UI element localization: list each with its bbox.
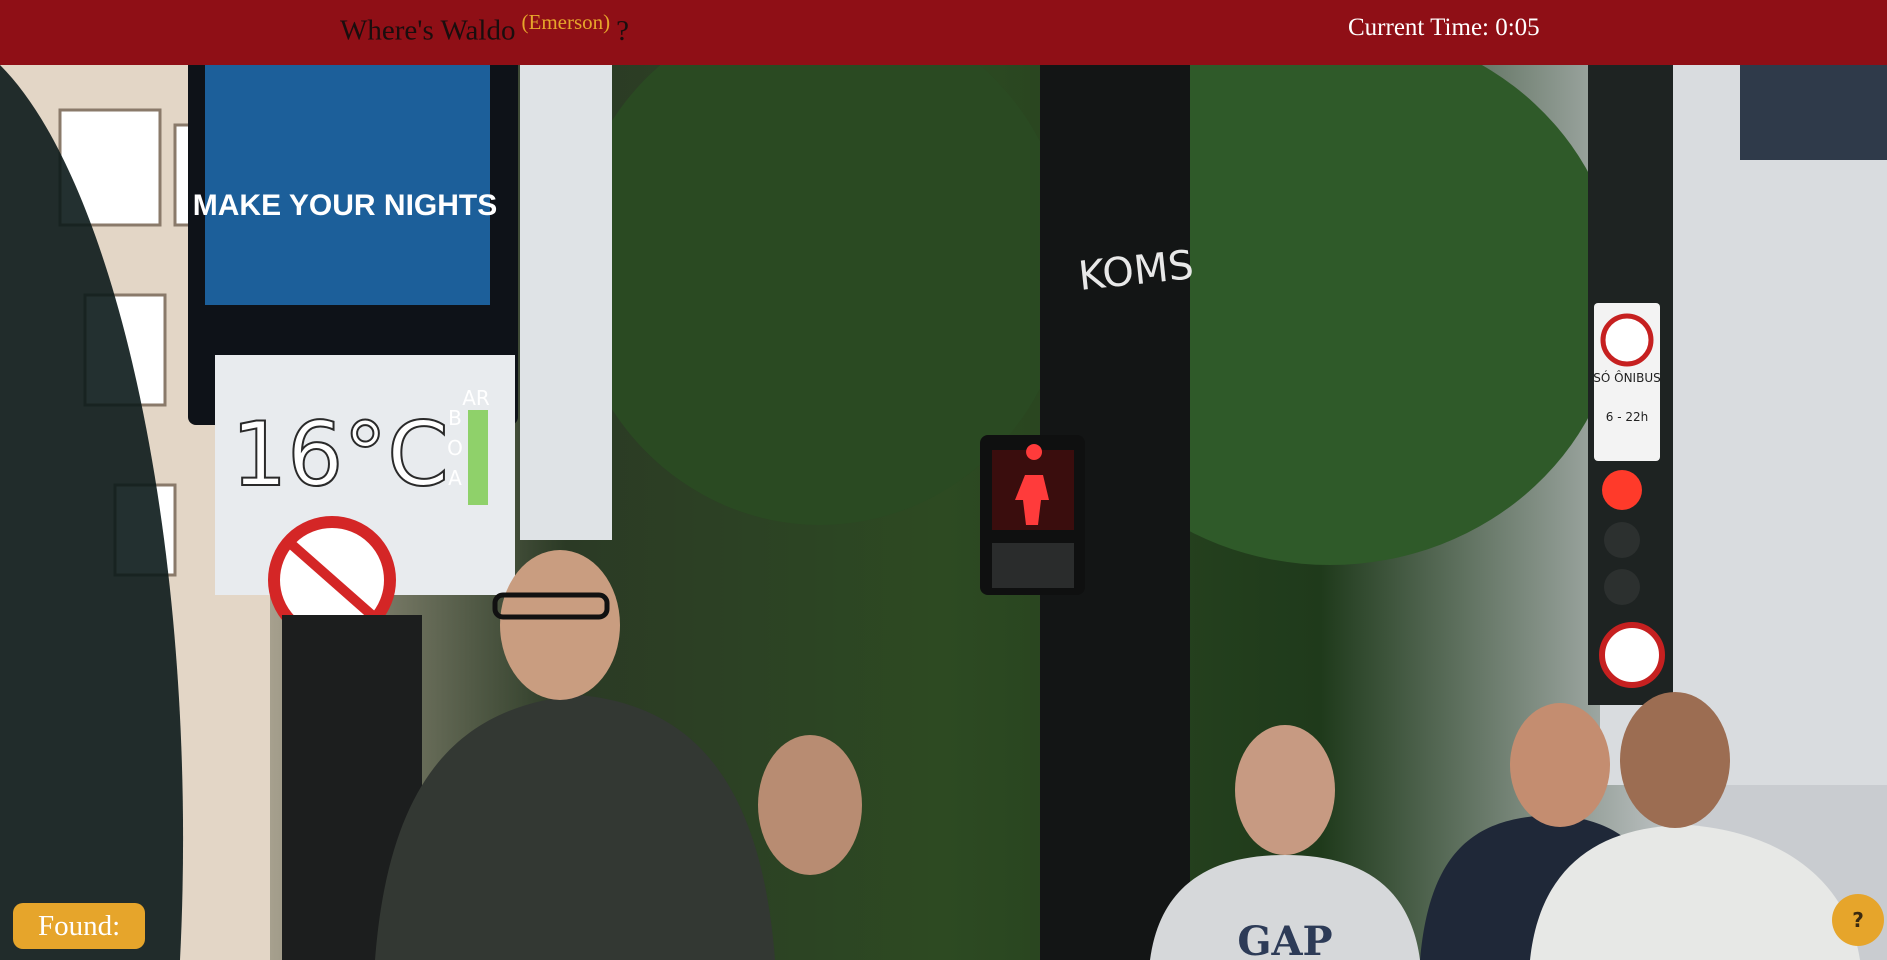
title-question-mark: ?: [616, 14, 630, 47]
traffic-yellow-light: [1604, 522, 1640, 558]
temp-side-letter-2: B: [448, 406, 462, 430]
player-name: (Emerson): [521, 10, 611, 34]
billboard-screen: [205, 65, 490, 305]
temp-side-letter-1: AR: [462, 386, 490, 410]
no-parking-sign: [1599, 622, 1665, 688]
temperature-display: 16°C: [231, 403, 448, 506]
traffic-red-light: [1602, 470, 1642, 510]
pedestrian-walk-light: [992, 543, 1074, 588]
bus-sign-text: SÓ ÔNIBUS: [1593, 370, 1660, 385]
top-bar: Where's Waldo (Emerson)? Current Time: 0:…: [0, 0, 1887, 65]
person-woman-head: [1235, 725, 1335, 855]
billboard-text: MAKE YOUR NIGHTS: [193, 189, 497, 222]
game-title: Where's Waldo (Emerson)?: [340, 10, 629, 48]
help-button[interactable]: ?: [1832, 894, 1884, 946]
street-scene-image[interactable]: MAKE YOUR NIGHTS 16°C AR B O A KOMS SÓ Ô…: [0, 65, 1887, 960]
person-man-polo-head: [1620, 692, 1730, 828]
temp-side-letter-3: O: [447, 436, 463, 460]
waldo-scene[interactable]: MAKE YOUR NIGHTS 16°C AR B O A KOMS SÓ Ô…: [0, 65, 1887, 960]
bus-sign-icon: [1600, 313, 1654, 367]
person-young-man: [758, 735, 862, 875]
hoodie-text: GAP: [1237, 918, 1332, 960]
bus-sign-hours: 6 - 22h: [1606, 410, 1648, 424]
person-head-man: [500, 550, 620, 700]
right-building-windows: [1740, 65, 1887, 160]
traffic-green-light: [1604, 569, 1640, 605]
found-counter: Found:: [13, 903, 146, 949]
title-text: Where's Waldo: [340, 14, 516, 47]
person-jacket-man: [375, 695, 775, 960]
temp-side-letter-4: A: [448, 466, 462, 490]
person-man-navy-head: [1510, 703, 1610, 827]
white-pole: [520, 65, 612, 540]
current-time: Current Time: 0:05: [1348, 14, 1540, 41]
temp-side-bar: [468, 410, 488, 505]
